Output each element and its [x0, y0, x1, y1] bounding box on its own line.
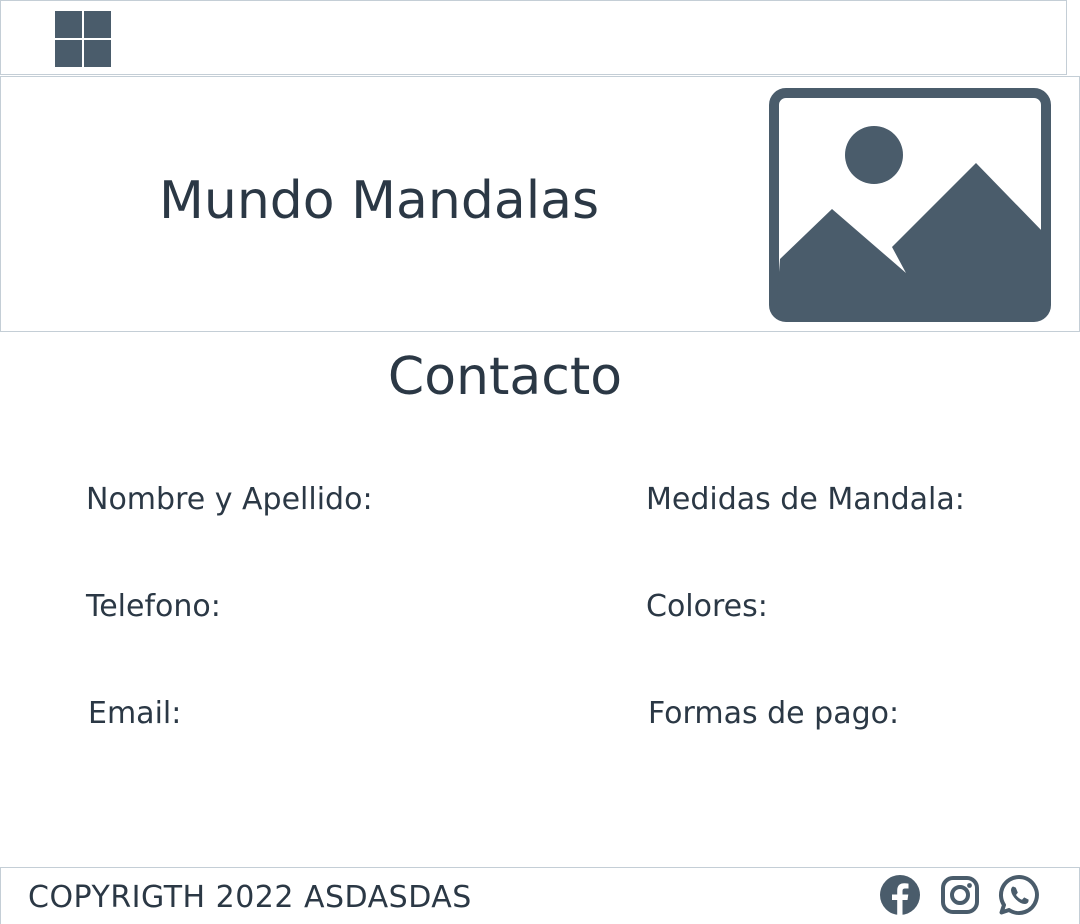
contact-title: Contacto	[387, 347, 623, 407]
grid-cell	[55, 40, 82, 67]
grid-menu-icon[interactable]	[55, 11, 111, 67]
copyright-text: COPYRIGTH 2022 ASDASDAS	[28, 880, 472, 915]
top-bar	[0, 0, 1067, 75]
grid-cell	[55, 11, 82, 38]
grid-cell	[84, 40, 111, 67]
payment-methods-label: Formas de pago:	[648, 696, 900, 731]
facebook-icon[interactable]	[879, 874, 921, 916]
site-title: Mundo Mandalas	[159, 171, 600, 231]
grid-cell	[84, 11, 111, 38]
header-banner: Mundo Mandalas	[0, 76, 1080, 332]
name-label: Nombre y Apellido:	[86, 482, 373, 517]
whatsapp-icon[interactable]	[998, 874, 1040, 916]
email-label: Email:	[88, 696, 182, 731]
phone-label: Telefono:	[86, 589, 221, 624]
instagram-icon[interactable]	[939, 874, 981, 916]
image-placeholder-icon	[769, 88, 1051, 322]
colors-label: Colores:	[646, 589, 768, 624]
mandala-size-label: Medidas de Mandala:	[646, 482, 965, 517]
